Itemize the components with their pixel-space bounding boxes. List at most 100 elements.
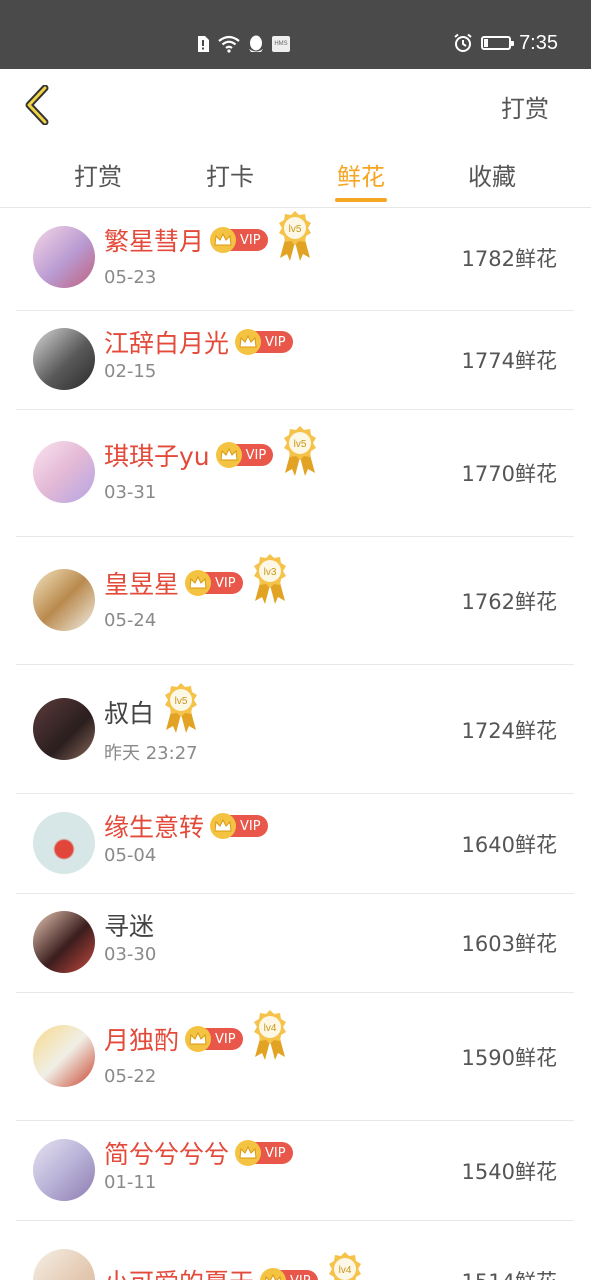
list-item[interactable]: 小可爱的夏天 VIP lv4 1514鲜花: [16, 1220, 574, 1280]
name-line: 皇昱星 VIP lv3: [104, 554, 289, 604]
date-label: 05-23: [104, 267, 157, 288]
vip-badge: VIP: [185, 570, 243, 596]
status-time: 7:35: [519, 31, 558, 54]
chevron-left-icon: [25, 85, 49, 125]
vip-badge: VIP: [235, 1140, 293, 1166]
avatar[interactable]: [33, 698, 95, 760]
vip-label: VIP: [265, 334, 286, 350]
status-icons-right: 7:35: [453, 31, 558, 55]
avatar[interactable]: [33, 1025, 95, 1087]
date-label: 01-11: [104, 1172, 157, 1193]
avatar[interactable]: [33, 1249, 95, 1280]
avatar[interactable]: [33, 1139, 95, 1201]
avatar[interactable]: [33, 569, 95, 631]
vip-label: VIP: [215, 1031, 236, 1047]
medal-level-text: lv4: [263, 1023, 276, 1034]
user-name[interactable]: 寻迷: [104, 907, 154, 943]
flower-count: 1514鲜花: [462, 1266, 557, 1280]
avatar[interactable]: [33, 812, 95, 874]
sim-alert-icon: [198, 36, 209, 52]
list-item[interactable]: 简兮兮兮兮 VIP 01-11 1540鲜花: [16, 1120, 574, 1221]
date-label: 03-31: [104, 482, 157, 503]
user-name[interactable]: 缘生意转: [104, 808, 204, 844]
date-label: 05-24: [104, 610, 157, 631]
vip-badge: VIP: [260, 1268, 318, 1280]
user-name[interactable]: 皇昱星: [104, 565, 179, 601]
vip-badge: VIP: [210, 227, 268, 253]
flower-count: 1782鲜花: [461, 247, 557, 271]
list-item[interactable]: 叔白 lv5 昨天 23:27 1724鲜花: [16, 664, 574, 794]
list-item[interactable]: 繁星彗月 VIP lv5 05-23 1782鲜花: [16, 208, 574, 311]
medal-level-text: lv3: [263, 567, 276, 578]
flower-ranking-list: 繁星彗月 VIP lv5 05-23 1782鲜花 江辞白月光 VIP 02-15 1774鲜花…: [0, 208, 591, 1280]
user-name[interactable]: 简兮兮兮兮: [104, 1135, 229, 1171]
avatar[interactable]: [33, 226, 95, 288]
hms-icon: HMS: [272, 36, 290, 52]
list-item[interactable]: 江辞白月光 VIP 02-15 1774鲜花: [16, 309, 574, 410]
user-name[interactable]: 琪琪子yu: [104, 437, 210, 473]
medal-level-text: lv5: [294, 439, 307, 450]
vip-label: VIP: [290, 1274, 311, 1280]
flower-count: 1590鲜花: [461, 1046, 557, 1070]
reward-link[interactable]: 打赏: [501, 89, 549, 124]
flower-count: 1603鲜花: [461, 932, 557, 956]
status-bar: HMS 7:35: [0, 0, 591, 69]
level-medal-icon: lv3: [251, 553, 289, 605]
user-name[interactable]: 繁星彗月: [104, 222, 204, 258]
qq-icon: [249, 35, 263, 52]
tab-active-indicator: [335, 198, 387, 202]
flower-count: 1762鲜花: [461, 590, 557, 614]
name-line: 小可爱的夏天 VIP lv4: [104, 1252, 364, 1280]
date-label: 昨天 23:27: [104, 743, 198, 764]
vip-badge: VIP: [185, 1026, 243, 1052]
level-medal-icon: lv4: [326, 1251, 364, 1280]
user-name[interactable]: 小可爱的夏天: [104, 1263, 254, 1280]
name-line: 月独酌 VIP lv4: [104, 1010, 289, 1060]
name-line: 江辞白月光 VIP: [104, 325, 293, 359]
level-medal-icon: lv5: [276, 210, 314, 262]
name-line: 叔白 lv5: [104, 683, 200, 733]
list-item[interactable]: 皇昱星 VIP lv3 05-24 1762鲜花: [16, 536, 574, 665]
level-medal-icon: lv5: [162, 682, 200, 734]
alarm-icon: [454, 33, 472, 52]
list-item[interactable]: 月独酌 VIP lv4 05-22 1590鲜花: [16, 992, 574, 1121]
date-label: 05-22: [104, 1066, 157, 1087]
tab-flowers[interactable]: 鲜花: [316, 157, 406, 192]
medal-level-text: lv4: [338, 1265, 351, 1276]
name-line: 缘生意转 VIP: [104, 809, 268, 843]
name-line: 简兮兮兮兮 VIP: [104, 1136, 293, 1170]
tab-favorites[interactable]: 收藏: [447, 157, 537, 192]
vip-label: VIP: [240, 818, 261, 834]
user-name[interactable]: 月独酌: [104, 1021, 179, 1057]
vip-badge: VIP: [235, 329, 293, 355]
vip-label: VIP: [240, 232, 261, 248]
list-item[interactable]: 琪琪子yu VIP lv5 03-31 1770鲜花: [16, 408, 574, 537]
crown-icon: [214, 233, 232, 246]
avatar[interactable]: [33, 911, 95, 973]
list-item[interactable]: 缘生意转 VIP 05-04 1640鲜花: [16, 793, 574, 894]
tab-reward[interactable]: 打赏: [53, 157, 143, 192]
flower-count: 1540鲜花: [461, 1160, 557, 1184]
avatar[interactable]: [33, 441, 95, 503]
crown-icon: [189, 576, 207, 589]
user-name[interactable]: 叔白: [104, 694, 154, 730]
avatar[interactable]: [33, 328, 95, 390]
crown-icon: [239, 335, 257, 348]
flower-count: 1724鲜花: [461, 719, 557, 743]
battery-icon: [481, 36, 515, 50]
vip-badge: VIP: [215, 442, 274, 468]
tab-checkin[interactable]: 打卡: [185, 157, 275, 192]
tab-bar: 打赏 打卡 鲜花 收藏: [0, 141, 591, 208]
list-item[interactable]: 寻迷 03-30 1603鲜花: [16, 892, 574, 993]
crown-icon: [265, 1274, 281, 1280]
flower-count: 1770鲜花: [461, 462, 557, 486]
nav-bar: 打赏: [0, 69, 591, 141]
vip-label: VIP: [215, 575, 236, 591]
medal-level-text: lv5: [288, 224, 301, 235]
crown-icon: [220, 448, 238, 461]
back-button[interactable]: [18, 81, 58, 129]
user-name[interactable]: 江辞白月光: [104, 324, 229, 360]
crown-icon: [189, 1032, 207, 1045]
status-icons-center: HMS: [196, 33, 290, 55]
medal-level-text: lv5: [175, 696, 188, 707]
